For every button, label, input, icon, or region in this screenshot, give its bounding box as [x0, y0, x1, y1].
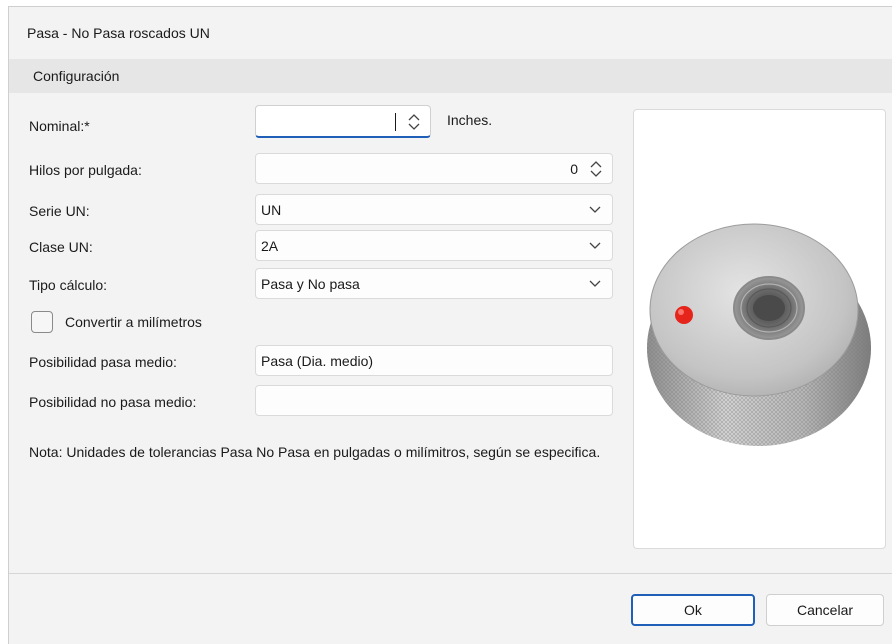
- ok-button[interactable]: Ok: [631, 594, 755, 626]
- nominal-label: Nominal:*: [29, 118, 90, 134]
- nominal-units: Inches.: [447, 112, 493, 128]
- hilos-label: Hilos por pulgada:: [29, 162, 142, 178]
- no-pasa-medio-label: Posibilidad no pasa medio:: [29, 394, 197, 410]
- pasa-medio-value: Pasa (Dia. medio): [261, 353, 374, 369]
- section-title: Configuración: [33, 68, 120, 84]
- convertir-label[interactable]: Convertir a milímetros: [65, 314, 202, 330]
- nominal-input[interactable]: [255, 105, 431, 138]
- chevron-down-icon: [589, 242, 601, 249]
- pasa-medio-input[interactable]: Pasa (Dia. medio): [255, 345, 613, 376]
- spinner-icon[interactable]: [406, 112, 422, 132]
- clase-value: 2A: [261, 238, 279, 254]
- thread-ring-gauge-image: [647, 223, 871, 446]
- tipo-label: Tipo cálculo:: [29, 277, 108, 293]
- text-caret: [395, 113, 396, 131]
- chevron-down-icon: [589, 206, 601, 213]
- clase-label: Clase UN:: [29, 239, 93, 255]
- section-header: Configuración: [9, 59, 892, 93]
- spinner-icon[interactable]: [588, 159, 604, 179]
- tipo-select[interactable]: Pasa y No pasa: [255, 268, 613, 299]
- cancel-button[interactable]: Cancelar: [766, 594, 884, 626]
- dialog-window: Pasa - No Pasa roscados UN Configuración…: [8, 6, 892, 644]
- footer-divider: [9, 573, 892, 574]
- chevron-down-icon: [589, 280, 601, 287]
- serie-select[interactable]: UN: [255, 194, 613, 225]
- pasa-medio-label: Posibilidad pasa medio:: [29, 354, 177, 370]
- clase-select[interactable]: 2A: [255, 230, 613, 261]
- serie-value: UN: [261, 202, 282, 218]
- image-panel: [633, 109, 886, 549]
- note-text: Nota: Unidades de tolerancias Pasa No Pa…: [29, 444, 601, 460]
- tipo-value: Pasa y No pasa: [261, 276, 360, 292]
- hilos-input[interactable]: 0: [255, 153, 613, 184]
- title-bar: Pasa - No Pasa roscados UN: [9, 7, 892, 59]
- serie-label: Serie UN:: [29, 203, 90, 219]
- window-title: Pasa - No Pasa roscados UN: [27, 25, 210, 41]
- convertir-checkbox[interactable]: [31, 311, 53, 333]
- hilos-value: 0: [570, 161, 578, 177]
- no-pasa-medio-input[interactable]: [255, 385, 613, 416]
